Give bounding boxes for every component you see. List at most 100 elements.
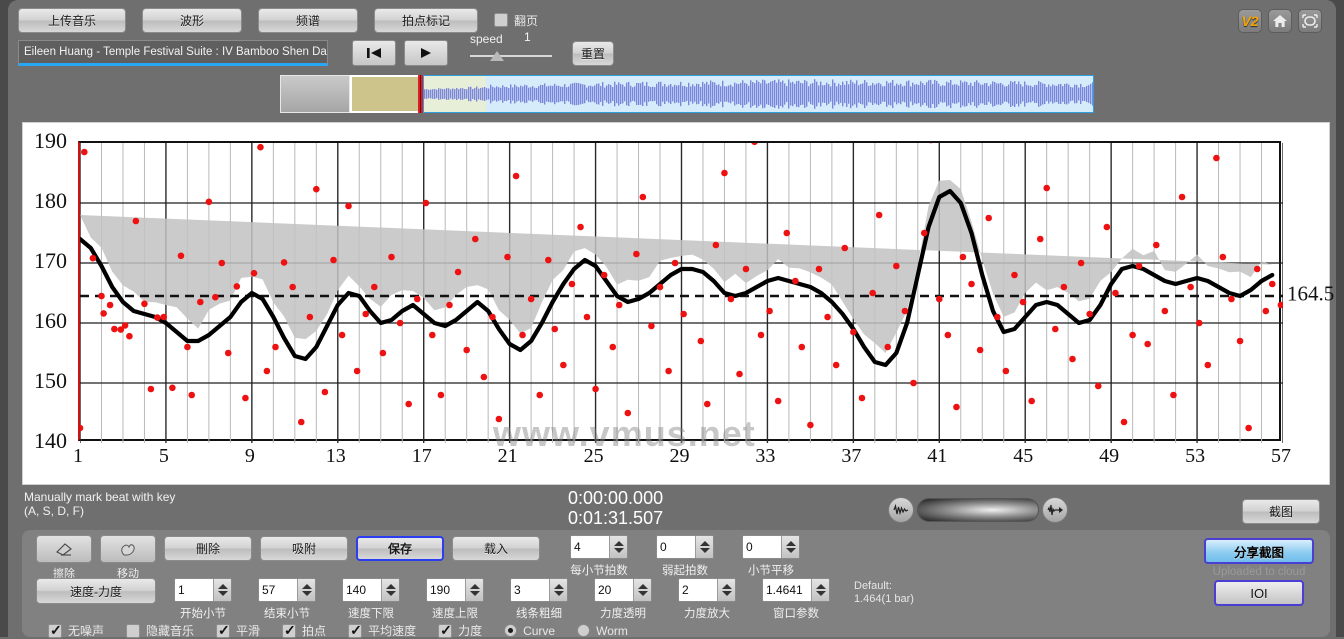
radio-icon[interactable] — [504, 624, 517, 637]
chevron-up-icon[interactable] — [786, 541, 796, 546]
row2-spinner-input-1[interactable] — [259, 579, 297, 601]
chevron-down-icon[interactable] — [554, 591, 564, 596]
music-volume-icon[interactable] — [888, 497, 914, 523]
row2-spinner-arrows-3[interactable] — [465, 579, 483, 601]
ioi-button[interactable]: IOI — [1214, 580, 1304, 606]
bottom-checkbox-3[interactable]: 拍点 — [282, 622, 326, 639]
bottom-checkbox-2[interactable]: 平滑 — [216, 622, 260, 639]
overview-selection-segment[interactable] — [350, 75, 420, 113]
play-button[interactable] — [404, 40, 448, 66]
bottom-checkbox-0[interactable]: 无噪声 — [48, 622, 104, 639]
tempo-velocity-button[interactable]: 速度-力度 — [36, 578, 156, 604]
row2-spinner-control-3[interactable] — [426, 578, 484, 602]
row1-spinner-arrows-2[interactable] — [781, 536, 799, 558]
row2-spinner-control-2[interactable] — [342, 578, 400, 602]
bottom-checkbox-4[interactable]: 平均速度 — [348, 622, 416, 639]
bottom-checkbox-5[interactable]: 力度 — [438, 622, 482, 639]
row2-spinner-arrows-2[interactable] — [381, 579, 399, 601]
chevron-down-icon[interactable] — [470, 591, 480, 596]
radio-icon[interactable] — [577, 624, 590, 637]
row2-spinner-input-2[interactable] — [343, 579, 381, 601]
row2-spinner-input-0[interactable] — [175, 579, 213, 601]
chevron-down-icon[interactable] — [218, 591, 228, 596]
chevron-up-icon[interactable] — [470, 584, 480, 589]
delete-button[interactable]: 刪除 — [164, 536, 252, 561]
load-button[interactable]: 载入 — [452, 536, 540, 561]
erase-button[interactable] — [36, 535, 92, 563]
row2-spinner-arrows-1[interactable] — [297, 579, 315, 601]
rewind-to-start-button[interactable] — [352, 40, 396, 66]
chevron-up-icon[interactable] — [302, 584, 312, 589]
display-mode-radio-0[interactable]: Curve — [504, 624, 555, 638]
overview-waveform[interactable] — [280, 75, 1094, 113]
waveform-button[interactable]: 波形 — [142, 8, 242, 33]
checkbox-icon[interactable] — [348, 624, 362, 638]
volume-slider[interactable] — [917, 498, 1039, 522]
chevron-down-icon[interactable] — [614, 548, 624, 553]
speed-slider-track[interactable] — [470, 55, 552, 57]
chevron-up-icon[interactable] — [816, 584, 826, 589]
upload-music-button[interactable]: 上传音乐 — [18, 8, 126, 33]
row2-spinner-input-3[interactable] — [427, 579, 465, 601]
beat-volume-icon[interactable] — [1042, 497, 1068, 523]
chevron-up-icon[interactable] — [700, 541, 710, 546]
row2-spinner-arrows-5[interactable] — [633, 579, 651, 601]
chevron-up-icon[interactable] — [614, 541, 624, 546]
overview-active-region[interactable] — [423, 75, 1094, 113]
home-icon[interactable] — [1268, 9, 1292, 33]
chevron-up-icon[interactable] — [722, 584, 732, 589]
speed-slider-thumb[interactable] — [490, 51, 504, 61]
row2-spinner-input-5[interactable] — [595, 579, 633, 601]
row2-spinner-control-6[interactable] — [678, 578, 736, 602]
row2-spinner-arrows-6[interactable] — [717, 579, 735, 601]
checkbox-icon[interactable] — [216, 624, 230, 638]
chevron-down-icon[interactable] — [722, 591, 732, 596]
save-button[interactable]: 保存 — [356, 536, 444, 561]
row2-spinner-input-4[interactable] — [511, 579, 549, 601]
row1-spinner-input-2[interactable] — [743, 536, 781, 558]
chevron-up-icon[interactable] — [386, 584, 396, 589]
chevron-down-icon[interactable] — [302, 591, 312, 596]
checkbox-icon[interactable] — [126, 624, 140, 638]
row2-spinner-input-6[interactable] — [679, 579, 717, 601]
row1-spinner-control-1[interactable] — [656, 535, 714, 559]
chevron-down-icon[interactable] — [786, 548, 796, 553]
row2-spinner-control-0[interactable] — [174, 578, 232, 602]
page-turn-checkbox-row[interactable]: 翻页 — [494, 12, 538, 29]
chevron-up-icon[interactable] — [554, 584, 564, 589]
checkbox-icon[interactable] — [282, 624, 296, 638]
row1-spinner-input-0[interactable] — [571, 536, 609, 558]
screenshot-button[interactable]: 截图 — [1242, 499, 1320, 524]
page-turn-checkbox[interactable] — [494, 13, 508, 27]
row2-spinner-arrows-7[interactable] — [811, 579, 829, 601]
track-name-field[interactable]: Eileen Huang - Temple Festival Suite : I… — [18, 40, 328, 66]
chevron-up-icon[interactable] — [218, 584, 228, 589]
row2-spinner-control-4[interactable] — [510, 578, 568, 602]
chevron-down-icon[interactable] — [386, 591, 396, 596]
chevron-down-icon[interactable] — [816, 591, 826, 596]
chevron-up-icon[interactable] — [638, 584, 648, 589]
move-button[interactable] — [100, 535, 156, 563]
row1-spinner-arrows-0[interactable] — [609, 536, 627, 558]
chevron-down-icon[interactable] — [700, 548, 710, 553]
bottom-checkbox-1[interactable]: 隐藏音乐 — [126, 622, 194, 639]
fullscreen-icon[interactable] — [1298, 9, 1322, 33]
checkbox-icon[interactable] — [48, 624, 62, 638]
row2-spinner-control-1[interactable] — [258, 578, 316, 602]
spectrum-button[interactable]: 频谱 — [258, 8, 358, 33]
share-screenshot-button[interactable]: 分享截图 — [1204, 538, 1314, 564]
v2-badge-icon[interactable]: V2 — [1238, 9, 1262, 33]
row1-spinner-control-0[interactable] — [570, 535, 628, 559]
chevron-down-icon[interactable] — [638, 591, 648, 596]
beat-marker-button[interactable]: 拍点标记 — [374, 8, 478, 33]
row1-spinner-control-2[interactable] — [742, 535, 800, 559]
tempo-plot-area[interactable] — [78, 141, 1281, 441]
checkbox-icon[interactable] — [438, 624, 452, 638]
row1-spinner-input-1[interactable] — [657, 536, 695, 558]
row2-spinner-arrows-0[interactable] — [213, 579, 231, 601]
row2-spinner-input-7[interactable] — [763, 579, 811, 601]
snap-button[interactable]: 吸附 — [260, 536, 348, 561]
reset-button[interactable]: 重置 — [572, 41, 614, 66]
row2-spinner-control-7[interactable] — [762, 578, 830, 602]
row2-spinner-control-5[interactable] — [594, 578, 652, 602]
